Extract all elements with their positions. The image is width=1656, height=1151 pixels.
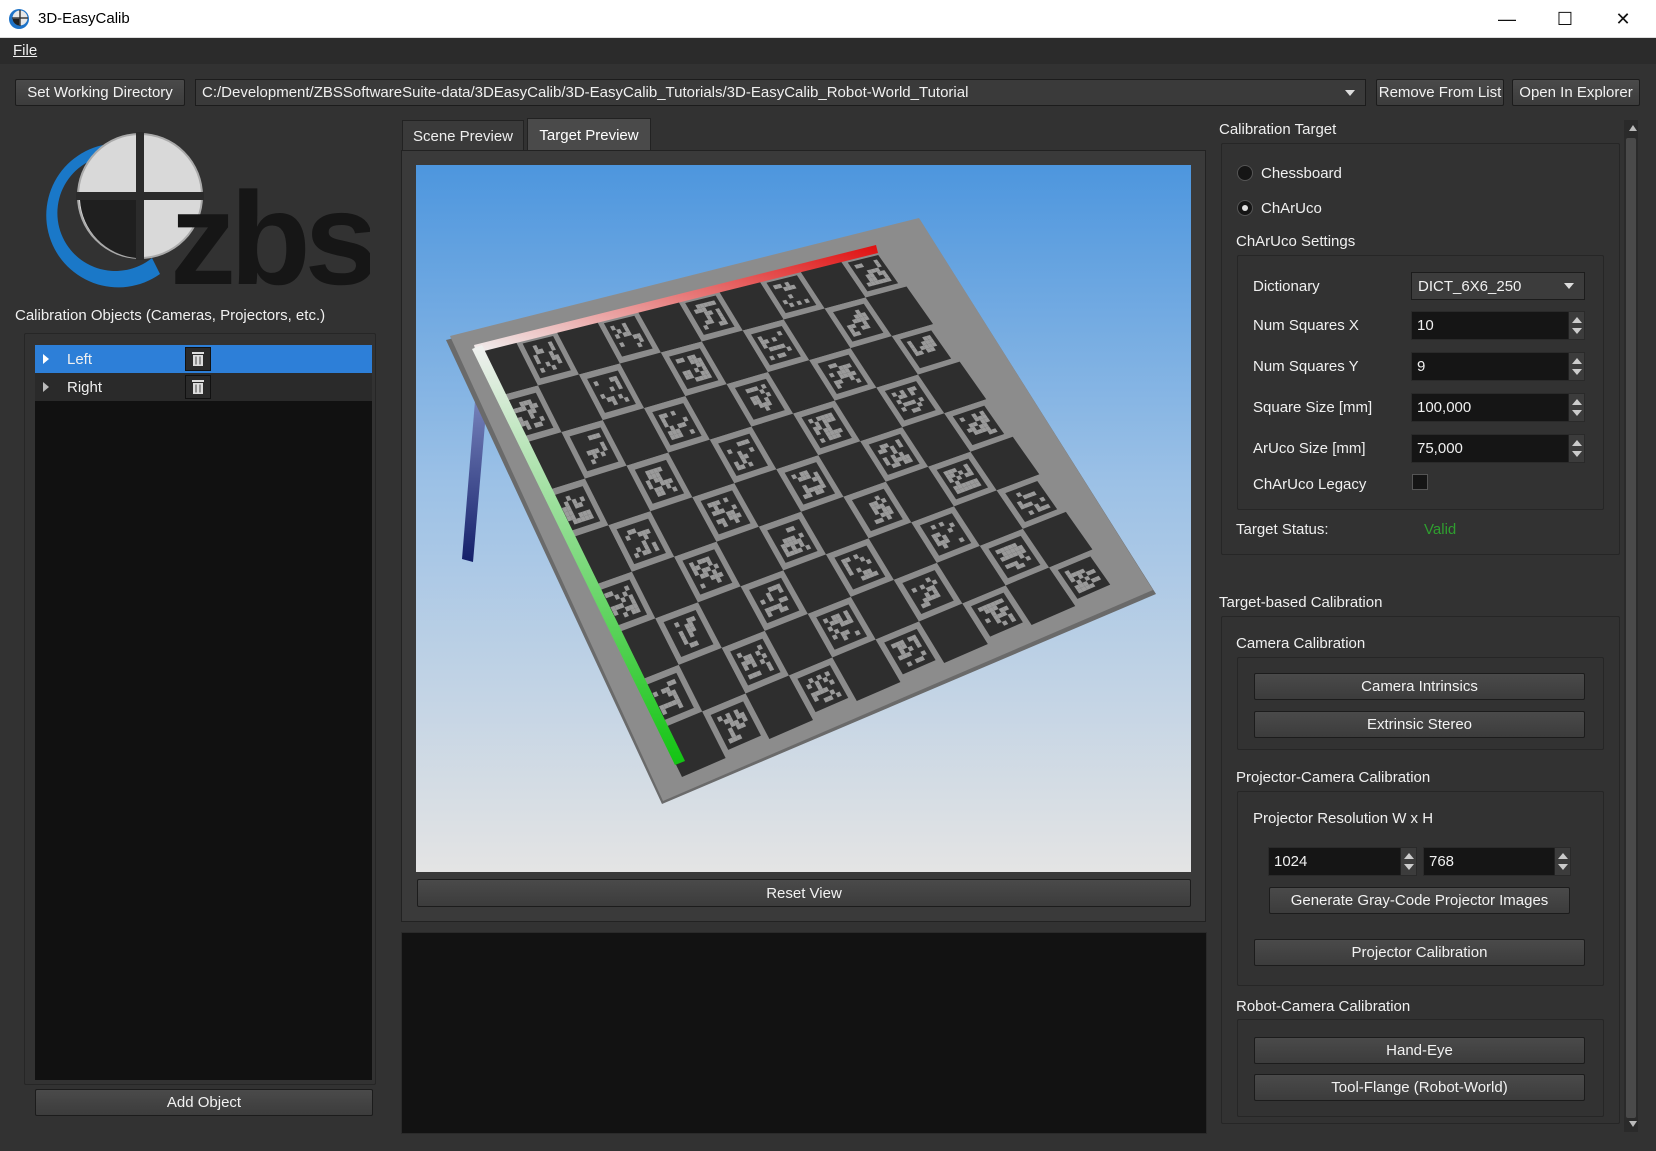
spin-arrows-icon[interactable] <box>1400 848 1416 875</box>
target-preview-viewport[interactable] <box>416 165 1191 872</box>
num-squares-y-label: Num Squares Y <box>1253 358 1359 375</box>
charuco-legacy-checkbox[interactable] <box>1412 474 1428 490</box>
charuco-legacy-label: ChArUco Legacy <box>1253 476 1367 493</box>
num-squares-x-spinbox[interactable]: 10 <box>1411 311 1585 340</box>
projector-width-spinbox[interactable]: 1024 <box>1268 847 1417 876</box>
scrollbar-thumb[interactable] <box>1626 138 1636 1118</box>
square-size-value: 100,000 <box>1417 399 1472 416</box>
tree-item-right[interactable]: Right <box>35 373 372 401</box>
scroll-down-icon[interactable] <box>1629 1121 1637 1127</box>
square-size-spinbox[interactable]: 100,000 <box>1411 393 1585 422</box>
dictionary-combo[interactable]: DICT_6X6_250 <box>1411 272 1585 300</box>
title-bar: 3D-EasyCalib — ☐ ✕ <box>0 0 1656 38</box>
menu-file[interactable]: File <box>13 42 37 59</box>
calibration-objects-label: Calibration Objects (Cameras, Projectors… <box>15 307 326 324</box>
extrinsic-stereo-button[interactable]: Extrinsic Stereo <box>1254 711 1585 738</box>
expand-arrow-icon[interactable] <box>43 354 49 364</box>
spin-arrows-icon[interactable] <box>1568 312 1584 339</box>
num-squares-y-spinbox[interactable]: 9 <box>1411 352 1585 381</box>
projector-camera-label: Projector-Camera Calibration <box>1236 769 1431 786</box>
robot-camera-group <box>1237 1019 1604 1117</box>
logo-text: zbs <box>170 165 370 291</box>
charuco-settings-label: ChArUco Settings <box>1236 233 1356 250</box>
remove-from-list-button[interactable]: Remove From List <box>1376 79 1504 106</box>
reset-view-button[interactable]: Reset View <box>417 879 1191 907</box>
tab-scene-preview[interactable]: Scene Preview <box>402 120 524 151</box>
robot-camera-label: Robot-Camera Calibration <box>1236 998 1411 1015</box>
app-logo-icon <box>9 9 29 29</box>
num-squares-x-label: Num Squares X <box>1253 317 1359 334</box>
charuco-board-preview <box>446 218 1156 804</box>
aruco-size-label: ArUco Size [mm] <box>1253 440 1366 457</box>
minimize-icon[interactable]: — <box>1478 0 1536 38</box>
trash-icon[interactable] <box>185 347 211 371</box>
tab-target-preview[interactable]: Target Preview <box>527 118 651 151</box>
tree-item-label: Right <box>67 378 103 396</box>
aruco-size-value: 75,000 <box>1417 440 1463 457</box>
spin-arrows-icon[interactable] <box>1568 394 1584 421</box>
working-directory-path: C:/Development/ZBSSoftwareSuite-data/3DE… <box>202 84 969 101</box>
target-status-value: Valid <box>1424 521 1457 538</box>
camera-calibration-label: Camera Calibration <box>1236 635 1366 652</box>
zbs-logo: zbs <box>46 132 370 291</box>
objects-tree[interactable]: Left Right <box>35 345 372 1080</box>
add-object-button[interactable]: Add Object <box>35 1089 373 1116</box>
trash-icon[interactable] <box>185 375 211 399</box>
dictionary-label: Dictionary <box>1253 278 1320 295</box>
maximize-icon[interactable]: ☐ <box>1536 0 1594 38</box>
expand-arrow-icon[interactable] <box>43 382 49 392</box>
window-title: 3D-EasyCalib <box>38 10 130 27</box>
target-status-label: Target Status: <box>1236 521 1329 538</box>
set-working-directory-button[interactable]: Set Working Directory <box>15 79 185 106</box>
num-squares-x-value: 10 <box>1417 317 1434 334</box>
aruco-size-spinbox[interactable]: 75,000 <box>1411 434 1585 463</box>
tree-item-left[interactable]: Left <box>35 345 372 373</box>
square-size-label: Square Size [mm] <box>1253 399 1373 416</box>
calibration-target-label: Calibration Target <box>1219 121 1337 138</box>
dictionary-value: DICT_6X6_250 <box>1418 277 1522 295</box>
menu-bar: File <box>0 38 1656 64</box>
log-output[interactable] <box>401 932 1207 1134</box>
vertical-scrollbar[interactable] <box>1624 120 1638 1132</box>
projector-height-spinbox[interactable]: 768 <box>1423 847 1571 876</box>
close-icon[interactable]: ✕ <box>1594 0 1652 38</box>
working-directory-combo[interactable]: C:/Development/ZBSSoftwareSuite-data/3DE… <box>195 79 1366 106</box>
projector-calibration-button[interactable]: Projector Calibration <box>1254 939 1585 966</box>
projector-height-value: 768 <box>1429 853 1455 870</box>
charuco-radio[interactable] <box>1237 200 1253 216</box>
num-squares-y-value: 9 <box>1417 358 1426 375</box>
camera-intrinsics-button[interactable]: Camera Intrinsics <box>1254 673 1585 700</box>
tool-flange-button[interactable]: Tool-Flange (Robot-World) <box>1254 1074 1585 1101</box>
projector-width-value: 1024 <box>1274 853 1308 870</box>
chessboard-label[interactable]: Chessboard <box>1261 165 1342 182</box>
open-in-explorer-button[interactable]: Open In Explorer <box>1512 79 1640 106</box>
generate-gray-code-button[interactable]: Generate Gray-Code Projector Images <box>1269 887 1570 914</box>
chessboard-radio[interactable] <box>1237 165 1253 181</box>
charuco-label[interactable]: ChArUco <box>1261 200 1322 217</box>
tree-item-label: Left <box>67 350 93 368</box>
hand-eye-button[interactable]: Hand-Eye <box>1254 1037 1585 1064</box>
spin-arrows-icon[interactable] <box>1568 435 1584 462</box>
scroll-up-icon[interactable] <box>1629 125 1637 131</box>
spin-arrows-icon[interactable] <box>1568 353 1584 380</box>
spin-arrows-icon[interactable] <box>1554 848 1570 875</box>
target-based-calibration-label: Target-based Calibration <box>1219 594 1383 611</box>
projector-resolution-label: Projector Resolution W x H <box>1253 810 1434 827</box>
chevron-down-icon <box>1345 89 1355 96</box>
chevron-down-icon <box>1564 283 1574 289</box>
